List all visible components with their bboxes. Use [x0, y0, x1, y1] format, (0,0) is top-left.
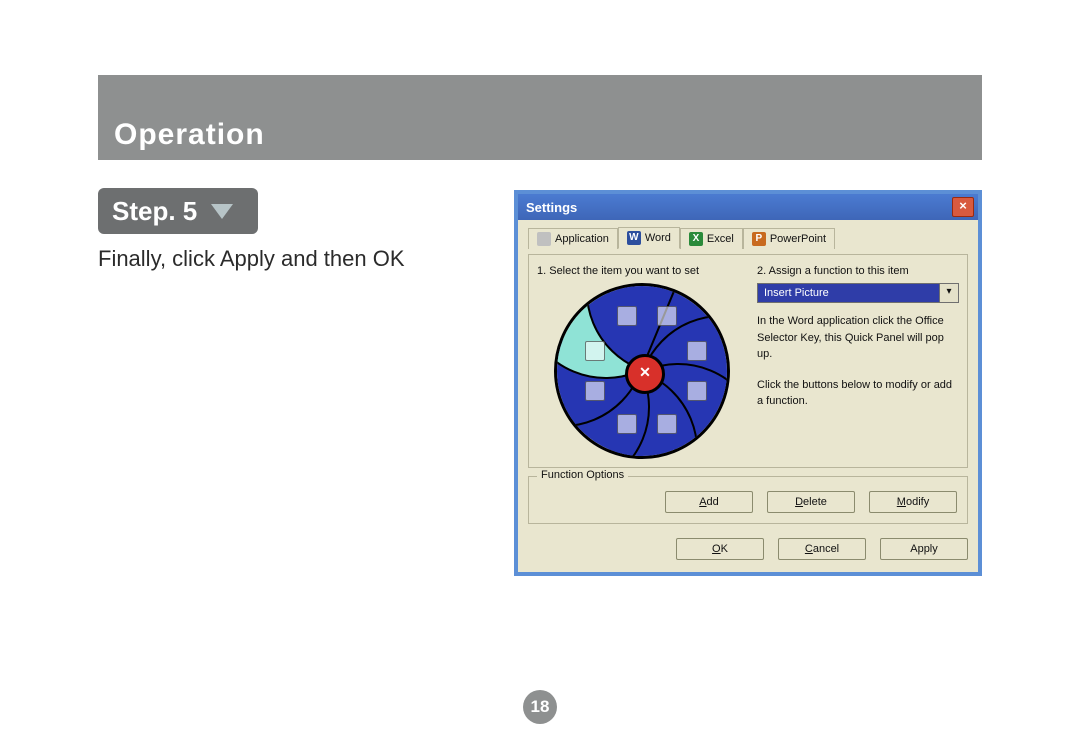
tab-powerpoint[interactable]: P PowerPoint [743, 228, 835, 249]
tab-label: PowerPoint [770, 233, 826, 245]
segment-icon[interactable] [585, 341, 605, 361]
dropdown-value: Insert Picture [757, 283, 940, 303]
cancel-button[interactable]: Cancel [778, 538, 866, 560]
assign-function-label: 2. Assign a function to this item [757, 265, 959, 277]
segment-icon[interactable] [585, 381, 605, 401]
button-label-rest: dd [707, 496, 719, 508]
step-label: Step. 5 [112, 196, 197, 227]
segment-icon[interactable] [617, 414, 637, 434]
tab-bar: Application W Word X Excel P PowerPoint [528, 226, 968, 248]
quick-panel-wheel[interactable]: ✕ [554, 283, 730, 459]
ok-button[interactable]: OK [676, 538, 764, 560]
application-icon [537, 232, 551, 246]
close-icon[interactable]: × [952, 197, 974, 217]
powerpoint-icon: P [752, 232, 766, 246]
tab-application[interactable]: Application [528, 228, 618, 249]
section-title: Operation [114, 118, 265, 152]
modify-button[interactable]: Modify [869, 491, 957, 513]
dialog-title: Settings [526, 200, 577, 215]
tab-label: Application [555, 233, 609, 245]
function-dropdown[interactable]: Insert Picture ▾ [757, 283, 959, 303]
add-button[interactable]: Add [665, 491, 753, 513]
function-options-group: Function Options Add Delete Modify [528, 476, 968, 524]
segment-icon[interactable] [687, 381, 707, 401]
chevron-down-icon[interactable]: ▾ [940, 283, 959, 303]
help-text-1: In the Word application click the Office… [757, 313, 959, 363]
dialog-titlebar[interactable]: Settings × [518, 194, 978, 220]
settings-dialog: Settings × Application W Word X Excel P [514, 190, 982, 576]
segment-icon[interactable] [617, 306, 637, 326]
instruction-text: Finally, click Apply and then OK [98, 246, 405, 272]
step-badge: Step. 5 [98, 188, 258, 234]
segment-icon[interactable] [687, 341, 707, 361]
excel-icon: X [689, 232, 703, 246]
segment-icon[interactable] [657, 306, 677, 326]
delete-button[interactable]: Delete [767, 491, 855, 513]
page-number: 18 [523, 690, 557, 724]
wheel-hub-close-icon[interactable]: ✕ [625, 354, 665, 394]
group-legend: Function Options [537, 469, 628, 481]
tab-excel[interactable]: X Excel [680, 228, 743, 249]
tab-label: Word [645, 232, 671, 244]
apply-button[interactable]: Apply [880, 538, 968, 560]
select-item-label: 1. Select the item you want to set [537, 265, 747, 277]
help-text-2: Click the buttons below to modify or add… [757, 377, 959, 410]
section-header: Operation [98, 75, 982, 160]
apply-label: Apply [910, 543, 938, 555]
word-icon: W [627, 231, 641, 245]
tab-word[interactable]: W Word [618, 227, 680, 249]
segment-icon[interactable] [657, 414, 677, 434]
chevron-down-icon [211, 204, 233, 219]
tab-label: Excel [707, 233, 734, 245]
